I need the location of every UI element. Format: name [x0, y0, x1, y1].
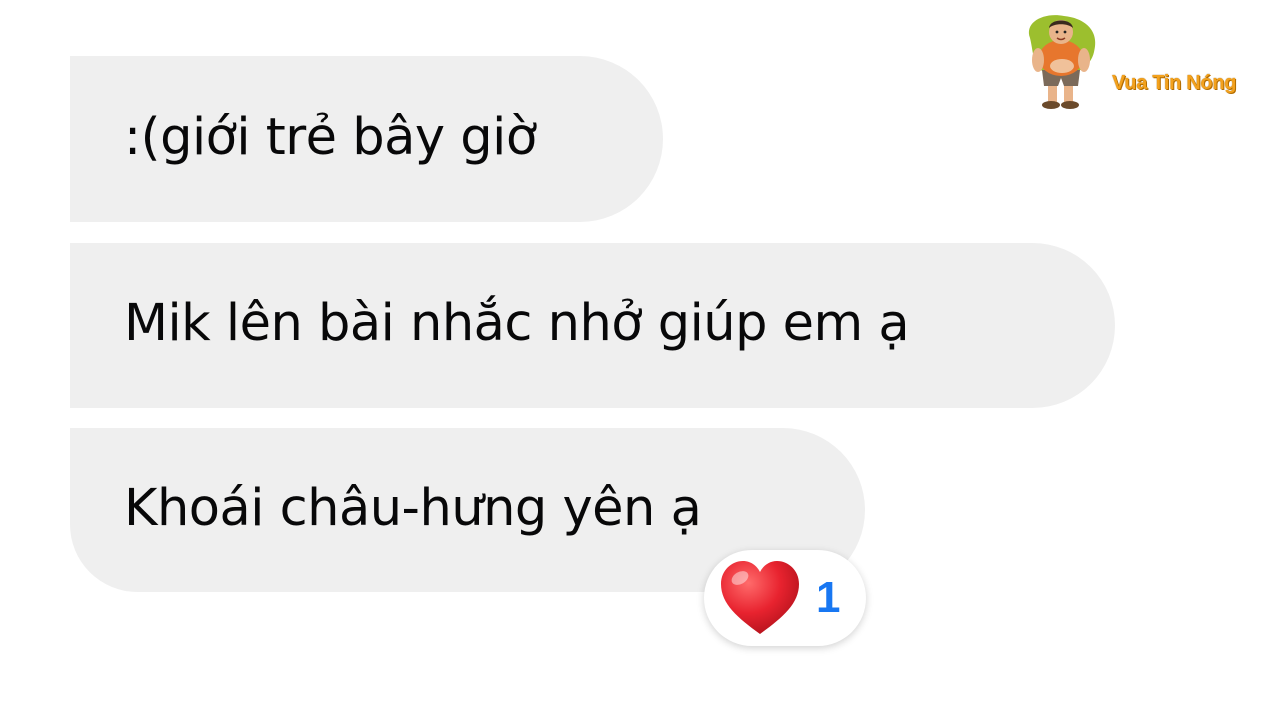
message-text: Mik lên bài nhắc nhở giúp em ạ: [124, 294, 910, 353]
heart-icon: [721, 561, 799, 634]
message-text: Khoái châu-hưng yên ạ: [124, 478, 702, 538]
mascot-icon: [1028, 15, 1096, 109]
message-bubble[interactable]: Mik lên bài nhắc nhở giúp em ạ: [70, 243, 1115, 408]
message-text: :(giới trẻ bây giờ: [124, 107, 537, 167]
message-bubble[interactable]: :(giới trẻ bây giờ: [70, 56, 663, 222]
reaction-badge[interactable]: 1: [704, 550, 866, 646]
reaction-count: 1: [816, 573, 841, 622]
watermark-logo: Vua Tin Nóng: [1020, 8, 1270, 112]
watermark-text: Vua Tin Nóng: [1112, 72, 1237, 94]
